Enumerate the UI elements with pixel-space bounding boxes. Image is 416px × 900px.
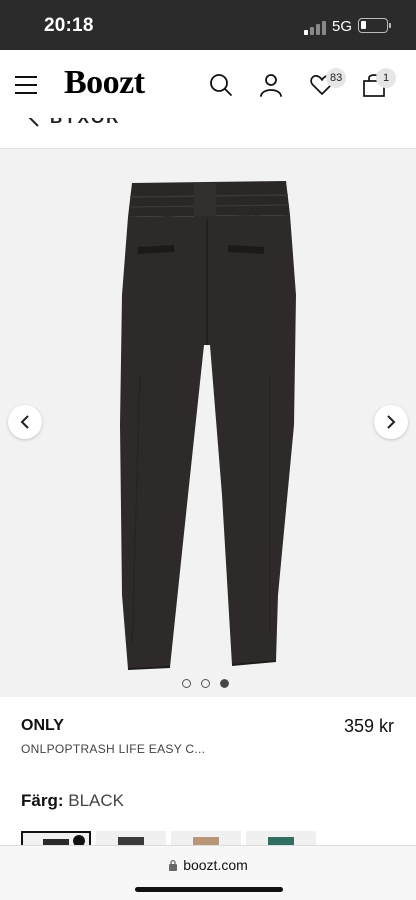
lock-icon: [169, 859, 178, 871]
color-swatch-black[interactable]: [21, 831, 91, 845]
signal-icon: [304, 21, 326, 35]
home-indicator[interactable]: [135, 887, 283, 892]
search-icon[interactable]: [208, 72, 234, 98]
chevron-right-icon: [387, 415, 396, 429]
color-label: Färg:: [21, 791, 64, 810]
gallery-dot[interactable]: [201, 679, 210, 688]
color-swatches: [21, 831, 416, 845]
color-value: BLACK: [68, 791, 124, 810]
menu-icon[interactable]: [15, 76, 37, 94]
product-name: ONLPOPTRASH LIFE EASY C...: [21, 742, 206, 756]
account-icon[interactable]: [258, 72, 284, 98]
status-time: 20:18: [44, 15, 94, 36]
site-logo[interactable]: Boozt: [64, 64, 145, 102]
gallery-prev-button[interactable]: [8, 405, 42, 439]
gallery-next-button[interactable]: [374, 405, 408, 439]
wishlist-badge: 83: [326, 68, 347, 88]
battery-icon: [358, 18, 388, 33]
color-swatch[interactable]: [246, 831, 316, 845]
back-label: BYXOR: [50, 118, 120, 128]
product-price: 359 kr: [343, 716, 394, 736]
cart-badge: 1: [376, 68, 396, 88]
url-bar[interactable]: boozt.com: [0, 857, 416, 873]
product-gallery[interactable]: [0, 149, 416, 697]
gallery-dot-active[interactable]: [220, 679, 229, 688]
gallery-pagination: [182, 679, 229, 688]
chevron-left-icon: [28, 118, 39, 127]
network-label: 5G: [332, 18, 353, 35]
product-brand[interactable]: ONLY: [21, 717, 64, 735]
chevron-left-icon: [20, 415, 29, 429]
url-text: boozt.com: [183, 857, 248, 873]
browser-bottom-bar: boozt.com: [0, 845, 416, 900]
color-swatch[interactable]: [96, 831, 166, 845]
back-row[interactable]: BYXOR: [0, 118, 416, 148]
gallery-dot[interactable]: [182, 679, 191, 688]
site-header: Boozt 83 1: [0, 50, 416, 118]
color-swatch[interactable]: [171, 831, 241, 845]
color-row: Färg: BLACK: [21, 791, 124, 811]
status-bar: 20:18 5G: [0, 0, 416, 50]
product-image: [120, 181, 296, 670]
